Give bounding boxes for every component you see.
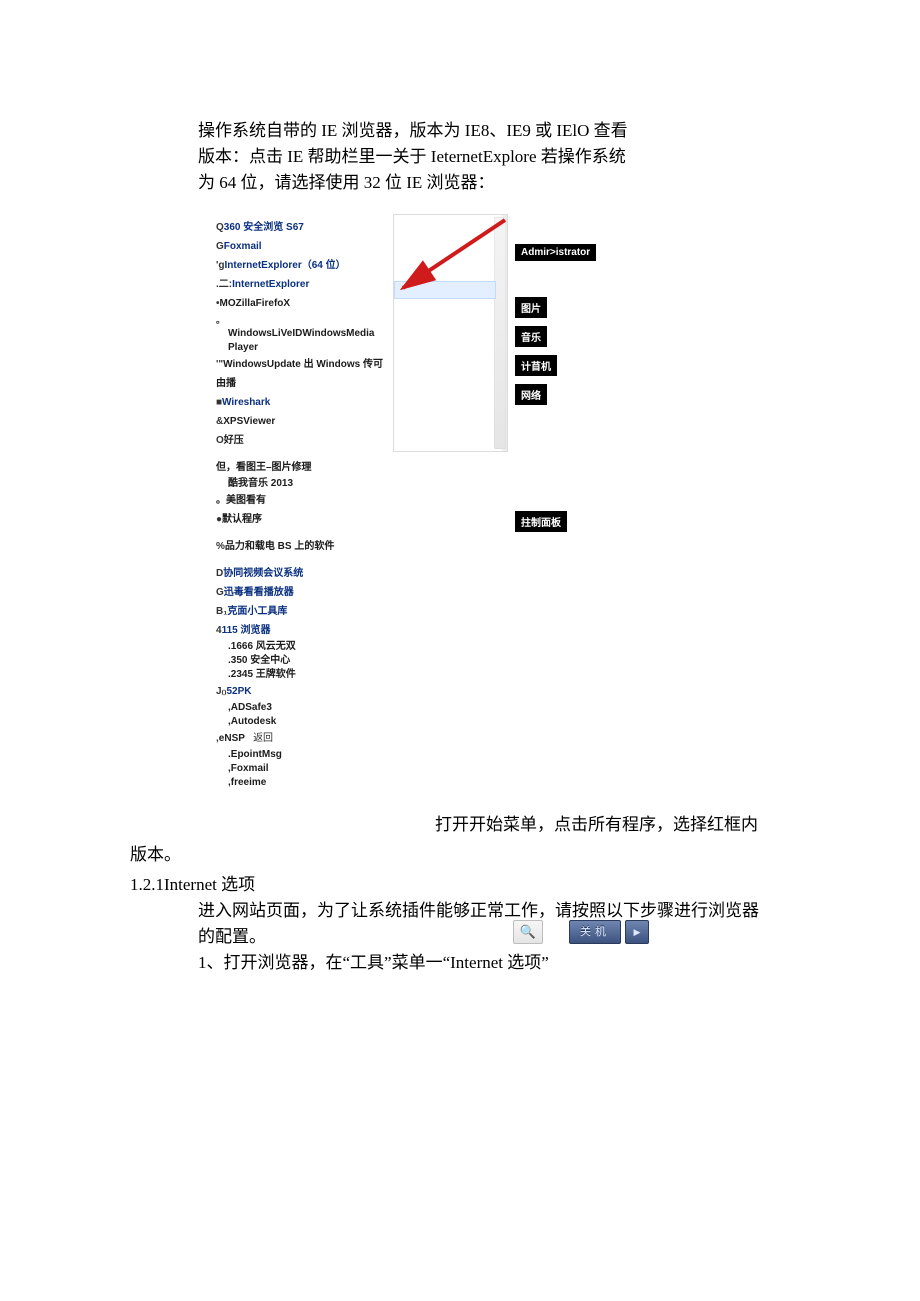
- shutdown-arrow-button[interactable]: ▶: [625, 920, 649, 944]
- program-subitem[interactable]: 酷我音乐 2013: [216, 477, 386, 491]
- program-item[interactable]: GFoxmail: [216, 237, 386, 256]
- program-item[interactable]: '"WindowsUpdate 出 Windows 传可: [216, 355, 386, 374]
- intro-line-3: 为 64 位，请选择使用 32 位 IE 浏览器：: [198, 173, 495, 192]
- program-subitem[interactable]: ,Foxmail: [216, 762, 386, 776]
- program-item[interactable]: 'gInternetExplorer（64 位）: [216, 256, 386, 275]
- start-menu-program-list: Q360 安全浏览 S67GFoxmail'gInternetExplorer（…: [210, 214, 392, 798]
- program-item[interactable]: ,eNSP 返回: [216, 729, 386, 748]
- program-item[interactable]: 4115 浏览器: [216, 621, 386, 640]
- body-line-2: 的配置。: [198, 927, 266, 946]
- sidebar-control-panel[interactable]: 拄制面板: [515, 511, 567, 532]
- body-line-3: 1、打开浏览器，在“工具”菜单一“Internet 选项”: [198, 953, 549, 972]
- program-item[interactable]: &XPSViewer: [216, 412, 386, 431]
- program-item[interactable]: %品力和载电 BS 上的软件: [216, 537, 386, 556]
- program-item[interactable]: O好压: [216, 431, 386, 450]
- start-menu-bottom-bar: 🔍 关机 ▶: [513, 920, 713, 944]
- body-line-1: 进入网站页面，为了让系统插件能够正常工作，请按照以下步骤进行浏览器: [198, 901, 759, 920]
- intro-paragraph: 操作系统自带的 IE 浏览器，版本为 IE8、IE9 或 IElO 查看 版本：…: [198, 118, 790, 196]
- program-subitem[interactable]: .350 安全中心: [216, 654, 386, 668]
- program-subitem[interactable]: ,ADSafe3: [216, 701, 386, 715]
- intro-line-2: 版本：点击 IE 帮助栏里一关于 IeternetExplore 若操作系统: [198, 147, 626, 166]
- program-item[interactable]: B₁克面小工具库: [216, 602, 386, 621]
- section-heading: 1.2.1Internet 选项: [130, 872, 790, 898]
- program-item[interactable]: D协同视频会议系统: [216, 564, 386, 583]
- program-item[interactable]: 。美图看有: [216, 491, 386, 510]
- intro-line-1: 操作系统自带的 IE 浏览器，版本为 IE8、IE9 或 IElO 查看: [198, 121, 628, 140]
- start-menu-sidebar: Admir>istrator 图片音乐计苜机网络 拄制面板: [515, 242, 605, 540]
- sidebar-item[interactable]: 网络: [515, 384, 547, 405]
- program-subitem[interactable]: WindowsLiVeIDWindowsMedia: [216, 327, 386, 341]
- shutdown-button[interactable]: 关机: [569, 920, 621, 944]
- program-item[interactable]: 但，看图王–图片修理: [216, 458, 386, 477]
- sidebar-item[interactable]: 图片: [515, 297, 547, 318]
- program-subitem[interactable]: .2345 王牌软件: [216, 668, 386, 682]
- program-subitem[interactable]: ,freeime: [216, 776, 386, 790]
- continuation-line: 版本。: [130, 842, 790, 868]
- program-item[interactable]: 由播: [216, 374, 386, 393]
- program-subitem[interactable]: Player: [216, 341, 386, 355]
- program-subitem[interactable]: ,Autodesk: [216, 715, 386, 729]
- highlighted-item[interactable]: [394, 281, 496, 299]
- sidebar-user[interactable]: Admir>istrator: [515, 244, 596, 261]
- program-item[interactable]: ●默认程序: [216, 510, 386, 529]
- start-menu-figure: Q360 安全浏览 S67GFoxmail'gInternetExplorer（…: [210, 214, 630, 798]
- program-item[interactable]: G迅毒看看播放器: [216, 583, 386, 602]
- program-item[interactable]: •MOZillaFirefoX: [216, 294, 386, 313]
- sidebar-item[interactable]: 计苜机: [515, 355, 557, 376]
- program-item[interactable]: ■Wireshark: [216, 393, 386, 412]
- program-item[interactable]: J₍₎52PK: [216, 682, 386, 701]
- search-icon[interactable]: 🔍: [513, 920, 543, 944]
- program-item[interactable]: .二:InternetExplorer: [216, 275, 386, 294]
- program-subitem[interactable]: .1666 风云无双: [216, 640, 386, 654]
- sidebar-item[interactable]: 音乐: [515, 326, 547, 347]
- program-subitem[interactable]: .EpointMsg: [216, 748, 386, 762]
- scroll-pane: [393, 214, 508, 452]
- program-item[interactable]: 。: [216, 313, 386, 327]
- figure-caption: 打开开始菜单，点击所有程序，选择红框内: [130, 806, 790, 838]
- program-item[interactable]: Q360 安全浏览 S67: [216, 218, 386, 237]
